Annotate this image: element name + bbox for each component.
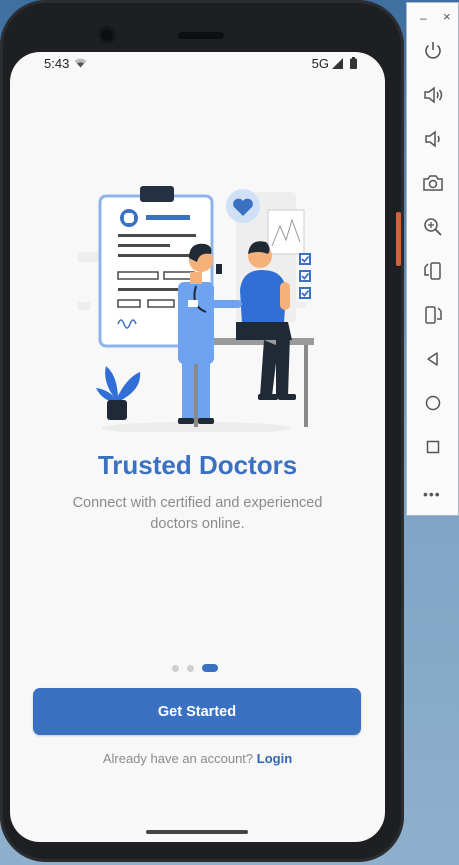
page-dot-1[interactable] [172, 665, 179, 672]
onboarding-title: Trusted Doctors [97, 450, 298, 480]
overview-icon[interactable] [421, 435, 445, 459]
earpiece-speaker [178, 32, 224, 39]
home-icon[interactable] [421, 391, 445, 415]
page-dot-3-active[interactable] [202, 664, 218, 672]
wifi-icon [74, 58, 87, 68]
doctor-illustration [78, 186, 314, 432]
phone-top-bezel [0, 0, 404, 55]
toolbar-window-controls: – × [407, 3, 459, 31]
rotate-right-icon[interactable] [421, 303, 445, 327]
login-prompt-text: Already have an account? [102, 751, 254, 766]
back-icon[interactable] [421, 347, 445, 371]
page-dot-2[interactable] [187, 665, 194, 672]
rotate-left-icon[interactable] [421, 259, 445, 283]
login-link[interactable]: Login [257, 751, 292, 766]
login-prompt-row: Already have an account? Login [10, 751, 385, 766]
minimize-button[interactable]: – [420, 11, 427, 25]
camera-icon[interactable] [421, 171, 445, 195]
status-time: 5:43 [44, 56, 70, 71]
front-camera [98, 26, 116, 44]
more-options-icon[interactable]: ••• [423, 486, 441, 502]
home-indicator[interactable] [146, 830, 248, 834]
get-started-button[interactable]: Get Started [33, 688, 361, 735]
emulator-toolbar: – × ••• [406, 2, 459, 516]
phone-frame: 5:43 5G Trusted Doctors Connect with cer… [0, 0, 404, 862]
signal-icon [332, 58, 343, 69]
volume-down-icon[interactable] [421, 127, 445, 151]
power-icon[interactable] [421, 39, 445, 63]
phone-screen: 5:43 5G Trusted Doctors Connect with cer… [10, 52, 385, 842]
status-bar: 5:43 5G [10, 52, 385, 76]
volume-up-icon[interactable] [421, 83, 445, 107]
side-power-button[interactable] [396, 212, 401, 266]
zoom-icon[interactable] [421, 215, 445, 239]
onboarding-subtitle: Connect with certified and experienced d… [72, 495, 323, 532]
network-type: 5G [311, 56, 329, 71]
battery-icon [350, 57, 357, 69]
close-button[interactable]: × [443, 9, 451, 24]
